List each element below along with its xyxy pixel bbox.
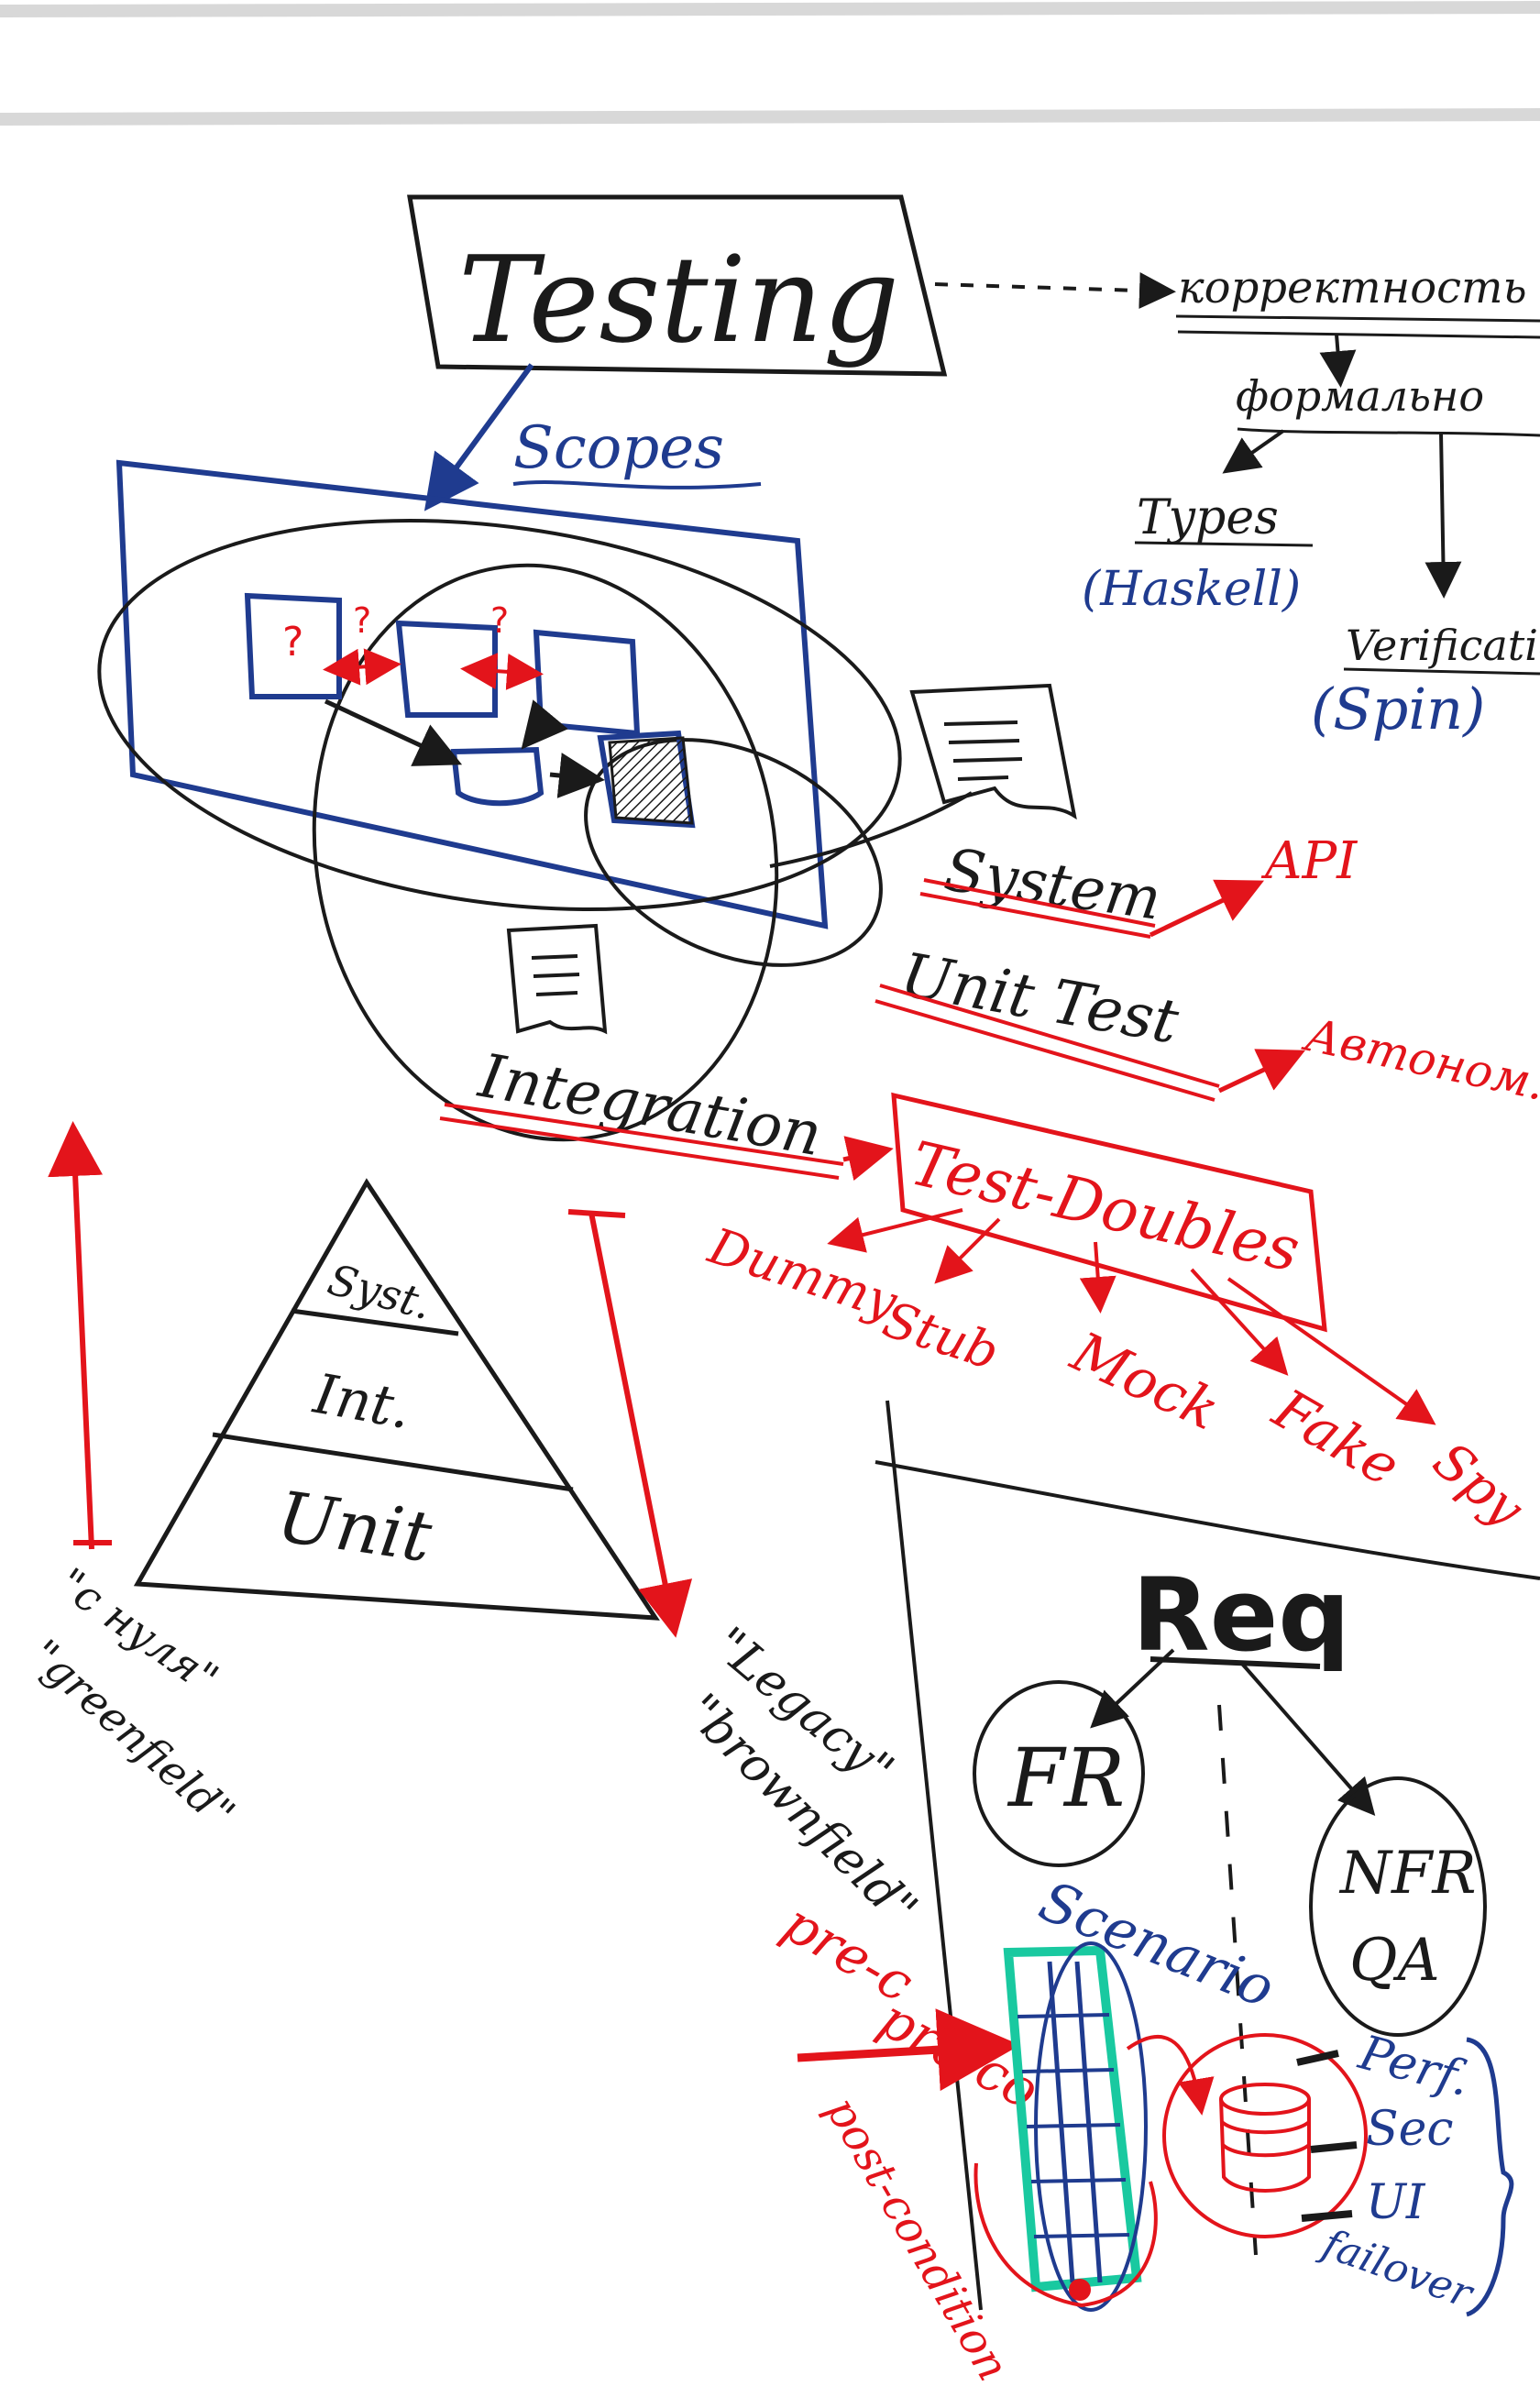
arrow-unit-to-avtonom: [1217, 1049, 1306, 1094]
whiteboard: Testing корректность формально Types (Ha…: [0, 0, 1540, 2408]
document-icon-system: [909, 683, 1077, 820]
unit-ellipse: [584, 738, 883, 967]
arrow-req-to-nfr: [1240, 1662, 1376, 1817]
label-scopes: Scopes: [513, 414, 724, 482]
label-types: Types: [1137, 490, 1279, 545]
label-mock: Mock: [1062, 1320, 1228, 1444]
label-test-doubles: Test-Doubles: [904, 1128, 1305, 1286]
question-mark-1: ?: [282, 619, 303, 665]
label-failover: failover: [1314, 2219, 1480, 2318]
arrow-to-correctness: [934, 272, 1176, 309]
database-icon: [1162, 2033, 1368, 2238]
label-fr: FR: [1006, 1731, 1125, 1825]
label-verification: Verificatio: [1346, 621, 1540, 670]
testing-box: Testing: [407, 194, 948, 377]
question-mark-3: ?: [490, 600, 509, 641]
label-nfr: NFR: [1338, 1840, 1477, 1908]
label-spin: (Spin): [1311, 676, 1485, 742]
whiteboard-drawing: Testing корректность формально Types (Ha…: [0, 1, 1540, 2390]
pyramid-unit: Unit: [272, 1476, 436, 1578]
board-top-edge: [0, 1, 1540, 126]
arrow-to-types: [1222, 429, 1285, 474]
label-korrektnost: корректность: [1178, 262, 1527, 313]
label-scenario: Scenario: [1030, 1869, 1282, 2021]
pyramid-int: Int.: [308, 1362, 415, 1442]
label-api: API: [1260, 831, 1358, 891]
label-qa: QA: [1349, 1927, 1440, 1995]
label-spy: Spy: [1422, 1431, 1535, 1540]
red-interaction-arrows: [323, 648, 544, 690]
label-perf: Perf.: [1353, 2025, 1477, 2107]
testing-title: Testing: [458, 230, 899, 369]
arrow-system-to-api: [1149, 879, 1265, 938]
label-formalnost: формально: [1236, 371, 1484, 421]
label-stub: Stub: [876, 1290, 1006, 1380]
hatched-unit: [608, 736, 694, 825]
label-avtonom: Автоном.: [1299, 1007, 1540, 1110]
arrow-to-verification: [1424, 432, 1462, 599]
arrow-down-legacy: [588, 1212, 693, 1638]
system-scope-rect: [116, 459, 829, 929]
question-mark-2: ?: [353, 600, 371, 641]
document-icon-integration: [506, 923, 608, 1035]
label-haskell: (Haskell): [1082, 562, 1301, 617]
scenario-steps: [974, 1941, 1158, 2312]
label-fake: Fake: [1262, 1377, 1411, 1500]
arrow-up-greenfield: [48, 1121, 104, 1550]
label-ui: UI: [1366, 2175, 1426, 2230]
label-unit-test: Unit Test: [896, 940, 1183, 1058]
label-sec: Sec: [1366, 2102, 1454, 2157]
